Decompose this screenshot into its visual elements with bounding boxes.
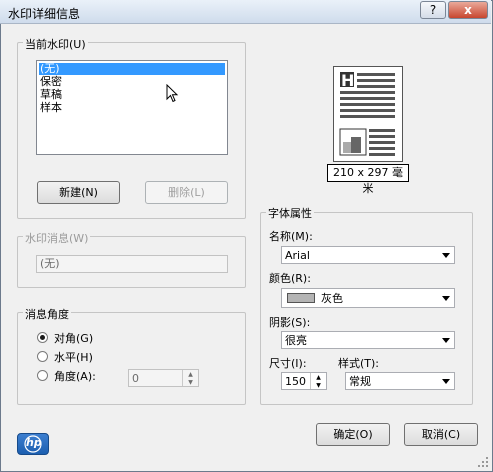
font-attributes-label: 字体属性 bbox=[266, 205, 314, 221]
shading-select[interactable]: 很亮 bbox=[281, 331, 455, 349]
font-size-label: 尺寸(I): bbox=[269, 357, 307, 370]
list-item[interactable]: 样本 bbox=[40, 101, 62, 114]
font-size-value: 150 bbox=[285, 375, 306, 388]
window-title: 水印详细信息 bbox=[8, 7, 81, 21]
angle-stepper[interactable]: 0 ▲ ▼ bbox=[128, 369, 199, 387]
list-item[interactable]: 草稿 bbox=[40, 88, 62, 101]
delete-button[interactable]: 删除(L) bbox=[145, 181, 228, 204]
font-color-select[interactable]: 灰色 bbox=[281, 288, 455, 308]
resize-grip-icon[interactable] bbox=[478, 457, 490, 469]
watermark-message-input[interactable]: (无) bbox=[36, 255, 228, 273]
cancel-button[interactable]: 取消(C) bbox=[404, 423, 478, 446]
spin-down-icon[interactable]: ▼ bbox=[311, 381, 326, 389]
watermark-preview-page: H bbox=[333, 66, 403, 162]
close-button[interactable]: x bbox=[448, 1, 488, 19]
angle-value: 0 bbox=[132, 372, 139, 385]
list-item[interactable]: 保密 bbox=[40, 75, 62, 88]
current-watermark-label: 当前水印(U) bbox=[23, 36, 88, 52]
shading-label: 阴影(S): bbox=[269, 316, 311, 329]
chevron-down-icon[interactable] bbox=[438, 289, 454, 307]
page-preview-icon: H bbox=[339, 71, 395, 156]
message-angle-label: 消息角度 bbox=[23, 306, 71, 322]
new-button[interactable]: 新建(N) bbox=[37, 181, 120, 204]
spin-up-icon[interactable]: ▲ bbox=[183, 370, 198, 378]
hp-logo-text: hp bbox=[26, 436, 42, 449]
font-color-value: 灰色 bbox=[321, 292, 343, 305]
color-swatch bbox=[287, 293, 315, 303]
chevron-down-icon[interactable] bbox=[438, 373, 454, 389]
watermark-list[interactable]: (无) 保密 草稿 样本 bbox=[36, 60, 228, 155]
paper-size-label: 210 x 297 毫米 bbox=[327, 164, 409, 195]
radio-diagonal-label[interactable]: 对角(G) bbox=[54, 330, 93, 346]
angle-spin-buttons[interactable]: ▲ ▼ bbox=[182, 370, 198, 386]
list-item[interactable]: (无) bbox=[40, 62, 60, 75]
chevron-down-icon[interactable] bbox=[438, 247, 454, 263]
radio-angle-label[interactable]: 角度(A): bbox=[54, 368, 96, 384]
font-style-select[interactable]: 常规 bbox=[345, 372, 455, 390]
message-angle-group bbox=[17, 312, 246, 405]
hp-logo: hp bbox=[17, 433, 49, 455]
watermark-message-label: 水印消息(W) bbox=[23, 230, 91, 246]
help-button[interactable]: ? bbox=[420, 1, 446, 19]
chevron-down-icon[interactable] bbox=[438, 332, 454, 348]
font-style-value: 常规 bbox=[349, 375, 371, 388]
font-style-label: 样式(T): bbox=[338, 357, 380, 370]
mouse-cursor-icon bbox=[166, 84, 179, 103]
radio-diagonal[interactable] bbox=[37, 332, 48, 343]
spin-down-icon[interactable]: ▼ bbox=[183, 378, 198, 386]
svg-text:H: H bbox=[341, 71, 354, 90]
ok-button[interactable]: 确定(O) bbox=[316, 423, 390, 446]
radio-horizontal[interactable] bbox=[37, 351, 48, 362]
font-name-label: 名称(M): bbox=[269, 230, 313, 243]
font-size-stepper[interactable]: 150 ▲ ▼ bbox=[281, 372, 327, 390]
spin-up-icon[interactable]: ▲ bbox=[311, 373, 326, 381]
list-selection-highlight bbox=[39, 63, 225, 75]
shading-value: 很亮 bbox=[285, 334, 307, 347]
radio-angle[interactable] bbox=[37, 370, 48, 381]
size-spin-buttons[interactable]: ▲ ▼ bbox=[310, 373, 326, 389]
font-color-label: 颜色(R): bbox=[269, 272, 311, 285]
radio-horizontal-label[interactable]: 水平(H) bbox=[54, 349, 93, 365]
font-name-select[interactable]: Arial bbox=[281, 246, 455, 264]
font-name-value: Arial bbox=[285, 249, 310, 262]
